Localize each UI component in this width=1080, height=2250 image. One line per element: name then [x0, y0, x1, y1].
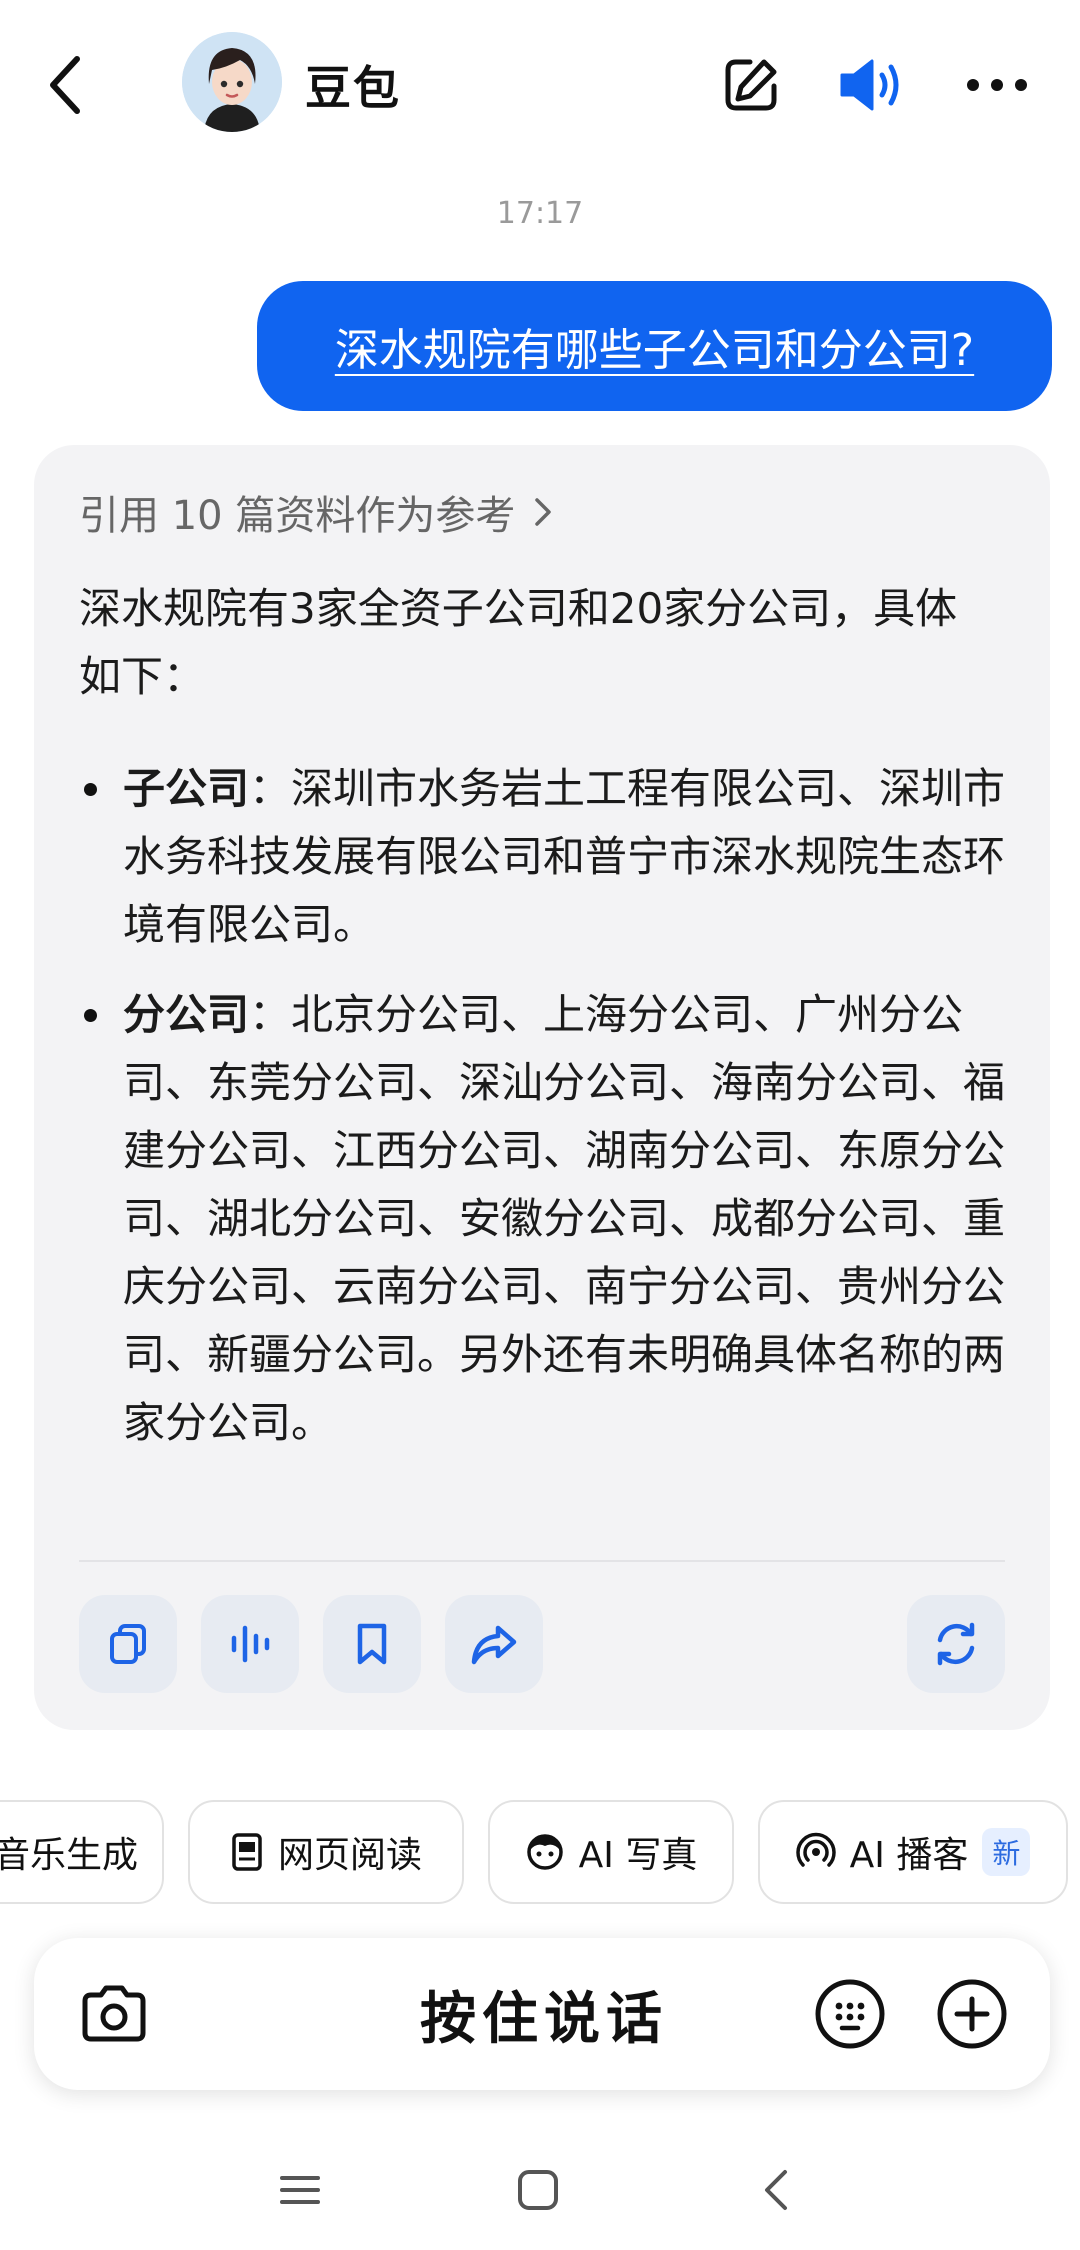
user-message-bubble[interactable]: 深水规院有哪些子公司和分公司? — [257, 281, 1052, 411]
share-icon — [471, 1625, 517, 1665]
reply-intro: 深水规院有3家全资子公司和20家分公司，具体如下： — [79, 584, 958, 701]
bullet-text: ：深圳市水务岩土工程有限公司、深圳市水务科技发展有限公司和普宁市深水规院生态环境… — [123, 764, 1006, 949]
more-icon — [967, 79, 1027, 91]
bullet-dot — [84, 783, 97, 796]
bookmark-button[interactable] — [323, 1595, 421, 1693]
list-item: 子公司：深圳市水务岩土工程有限公司、深圳市水务科技发展有限公司和普宁市深水规院生… — [79, 755, 1014, 959]
bullet-dot — [84, 1009, 97, 1022]
input-bar: 按住说话 — [34, 1938, 1050, 2090]
references-link[interactable]: 引用 10 篇资料作为参考 — [79, 483, 553, 541]
chip-label: 网页阅读 — [277, 1835, 422, 1876]
new-badge: 新 — [982, 1828, 1031, 1876]
user-message-text: 深水规院有哪些子公司和分公司? — [334, 325, 975, 376]
hold-to-talk-button[interactable]: 按住说话 — [304, 1938, 784, 2090]
read-aloud-button[interactable] — [201, 1595, 299, 1693]
edit-button[interactable] — [716, 50, 786, 120]
system-back-icon — [765, 2170, 787, 2210]
quick-actions-row: 音乐生成 网页阅读 AI 写真 AI 播客 新 — [0, 1800, 1080, 1904]
regenerate-icon — [937, 1622, 975, 1666]
system-back-button[interactable] — [746, 2160, 806, 2220]
voice-icon — [231, 1625, 270, 1663]
list-item: 分公司：北京分公司、上海分公司、广州分公司、东莞分公司、深汕分公司、海南分公司、… — [79, 981, 1014, 1457]
regenerate-button[interactable] — [907, 1595, 1005, 1693]
recents-button[interactable] — [270, 2160, 330, 2220]
references-label: 引用 10 篇资料作为参考 — [79, 493, 516, 539]
face-icon — [526, 1834, 563, 1870]
home-button[interactable] — [508, 2160, 568, 2220]
copy-icon — [110, 1624, 146, 1664]
camera-button[interactable] — [74, 1974, 154, 2054]
back-button[interactable] — [40, 45, 90, 125]
speaker-button[interactable] — [838, 50, 908, 120]
chip-ai-portrait[interactable]: AI 写真 — [488, 1800, 734, 1904]
speaker-icon — [840, 59, 899, 111]
message-timestamp: 17:17 — [496, 196, 584, 231]
divider — [79, 1560, 1005, 1562]
chip-label: 音乐生成 — [0, 1835, 138, 1876]
avatar[interactable] — [182, 32, 282, 132]
assistant-reply-card: 引用 10 篇资料作为参考 深水规院有3家全资子公司和20家分公司，具体如下： … — [34, 445, 1050, 1730]
chat-title: 豆包 — [305, 61, 401, 115]
plus-circle-icon — [937, 1979, 1007, 2049]
bullet-term: 分公司 — [123, 990, 250, 1039]
bookmark-icon — [357, 1623, 387, 1665]
add-button[interactable] — [932, 1974, 1012, 2054]
chip-label: AI 播客 — [849, 1835, 969, 1876]
top-bar: 豆包 — [0, 0, 1080, 170]
bullet-term: 子公司 — [123, 764, 250, 813]
chip-label: AI 写真 — [578, 1835, 698, 1876]
bullet-text: ：北京分公司、上海分公司、广州分公司、东莞分公司、深汕分公司、海南分公司、福建分… — [123, 990, 1006, 1447]
document-icon — [232, 1833, 262, 1871]
copy-button[interactable] — [79, 1595, 177, 1693]
keyboard-button[interactable] — [810, 1974, 890, 2054]
edit-icon — [725, 59, 777, 111]
reply-bullet-list: 子公司：深圳市水务岩土工程有限公司、深圳市水务科技发展有限公司和普宁市深水规院生… — [79, 755, 1014, 1479]
podcast-icon — [795, 1832, 836, 1867]
camera-icon — [82, 1985, 146, 2042]
chevron-right-icon — [535, 498, 552, 526]
system-navigation-bar — [0, 2150, 1080, 2230]
chat-screen: 豆包 17:17 深水规院有哪些子公司和分公司? 引用 10 篇资料作为参考 深… — [0, 0, 1080, 2250]
more-button[interactable] — [962, 50, 1032, 120]
keyboard-icon — [815, 1979, 885, 2049]
avatar-image — [182, 32, 282, 132]
share-button[interactable] — [445, 1595, 543, 1693]
chip-web-reading[interactable]: 网页阅读 — [188, 1800, 464, 1904]
menu-icon — [280, 2176, 320, 2204]
chip-music-generation[interactable]: 音乐生成 — [0, 1800, 164, 1904]
back-icon — [50, 56, 80, 114]
home-square-icon — [518, 2170, 558, 2210]
chip-ai-podcast[interactable]: AI 播客 新 — [758, 1800, 1068, 1904]
